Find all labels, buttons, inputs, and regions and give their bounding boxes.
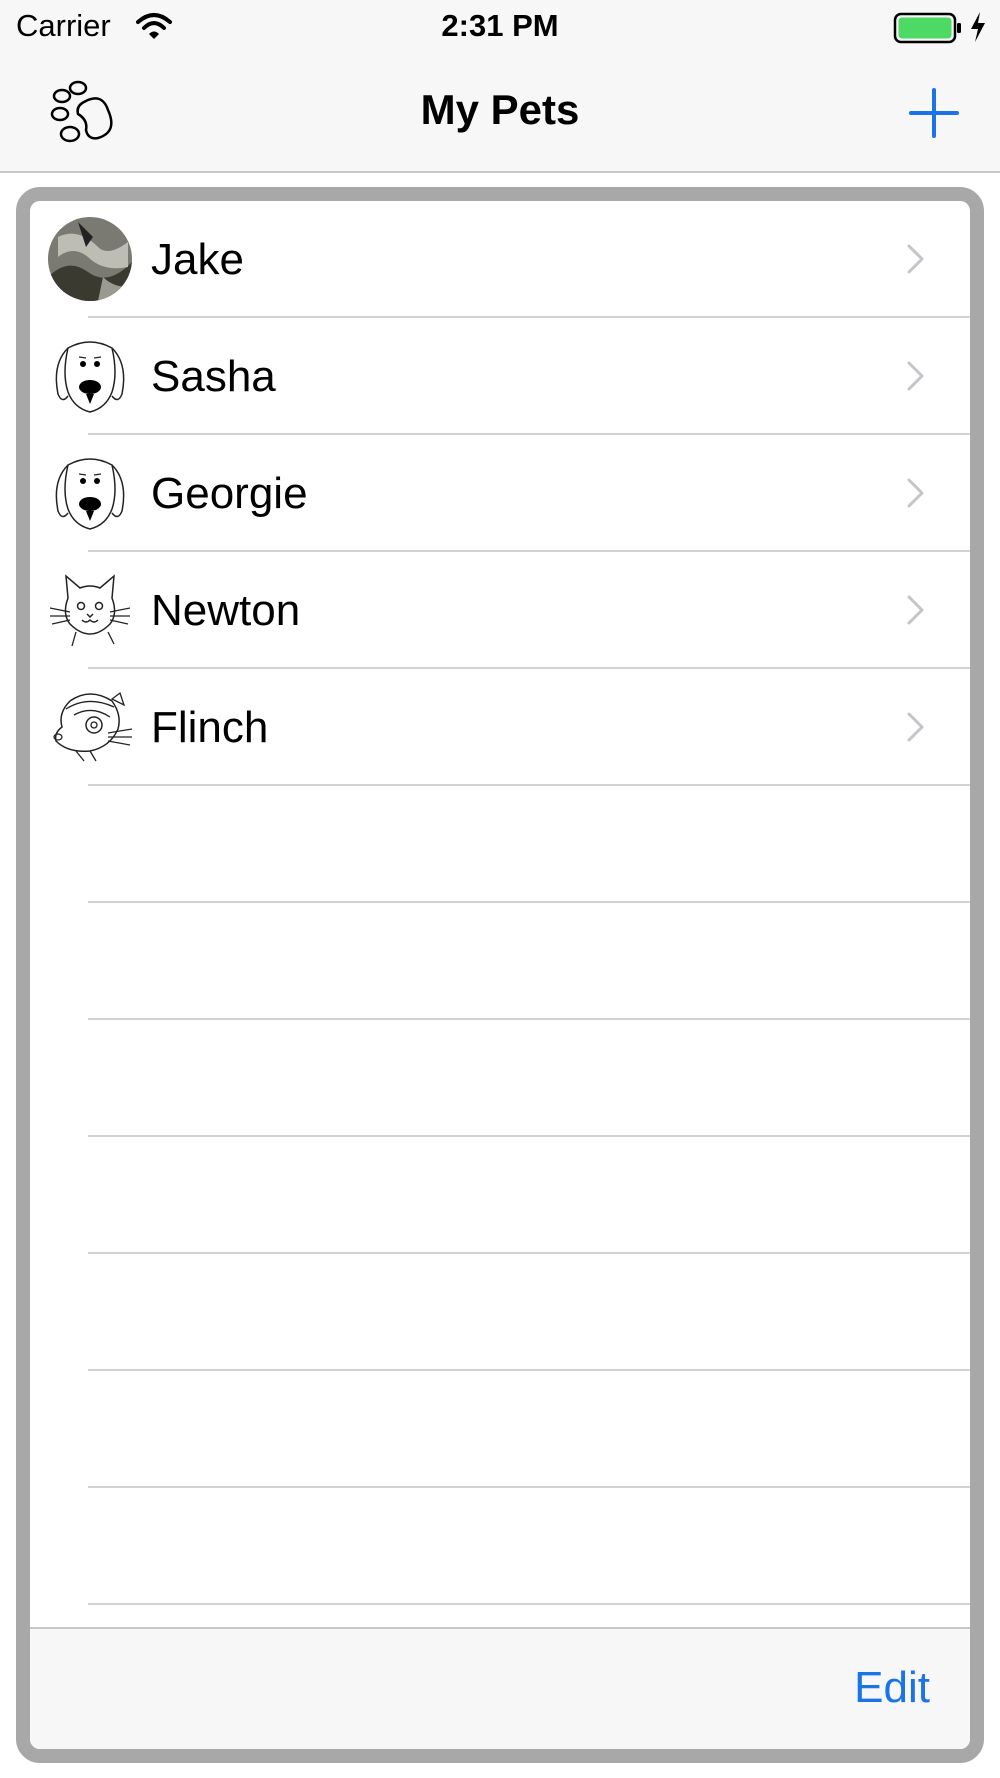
empty-row <box>30 903 970 1020</box>
pet-name-label: Jake <box>151 235 244 284</box>
pet-row-sasha[interactable]: Sasha <box>30 318 970 435</box>
dog-avatar <box>48 451 132 535</box>
pet-row-flinch[interactable]: Flinch <box>30 669 970 786</box>
pet-row-georgie[interactable]: Georgie <box>30 435 970 552</box>
chevron-right-icon <box>906 477 926 514</box>
empty-row <box>30 1137 970 1254</box>
pet-name-label: Sasha <box>151 352 276 401</box>
pet-name-label: Flinch <box>151 703 269 752</box>
empty-row <box>30 1254 970 1371</box>
add-pet-button[interactable] <box>905 84 963 142</box>
status-bar: Carrier 2:31 PM <box>0 0 1000 56</box>
navigation-bar: My Pets <box>0 56 1000 173</box>
chevron-right-icon <box>906 711 926 748</box>
empty-row <box>30 1020 970 1137</box>
chevron-right-icon <box>906 360 926 397</box>
cat-avatar <box>48 568 132 652</box>
photo-avatar <box>48 217 132 301</box>
chevron-right-icon <box>906 243 926 280</box>
dog-avatar <box>48 334 132 418</box>
pet-name-label: Newton <box>151 586 301 635</box>
pet-list-container: Jake Sasha Georgie Newton Flinch Edit <box>16 187 984 1763</box>
empty-row <box>30 1488 970 1605</box>
edit-button[interactable]: Edit <box>854 1663 930 1713</box>
pet-name-label: Georgie <box>151 469 308 518</box>
chevron-right-icon <box>906 594 926 631</box>
charging-bolt-icon <box>971 12 985 42</box>
battery-icon <box>893 12 961 44</box>
page-title: My Pets <box>420 86 580 133</box>
empty-row <box>30 1371 970 1488</box>
clock: 2:31 PM <box>441 8 559 43</box>
empty-row <box>30 786 970 903</box>
pet-row-newton[interactable]: Newton <box>30 552 970 669</box>
row-separator <box>88 1603 970 1605</box>
ferret-avatar <box>48 685 133 769</box>
bottom-toolbar: Edit <box>30 1627 970 1749</box>
pet-row-jake[interactable]: Jake <box>30 201 970 318</box>
